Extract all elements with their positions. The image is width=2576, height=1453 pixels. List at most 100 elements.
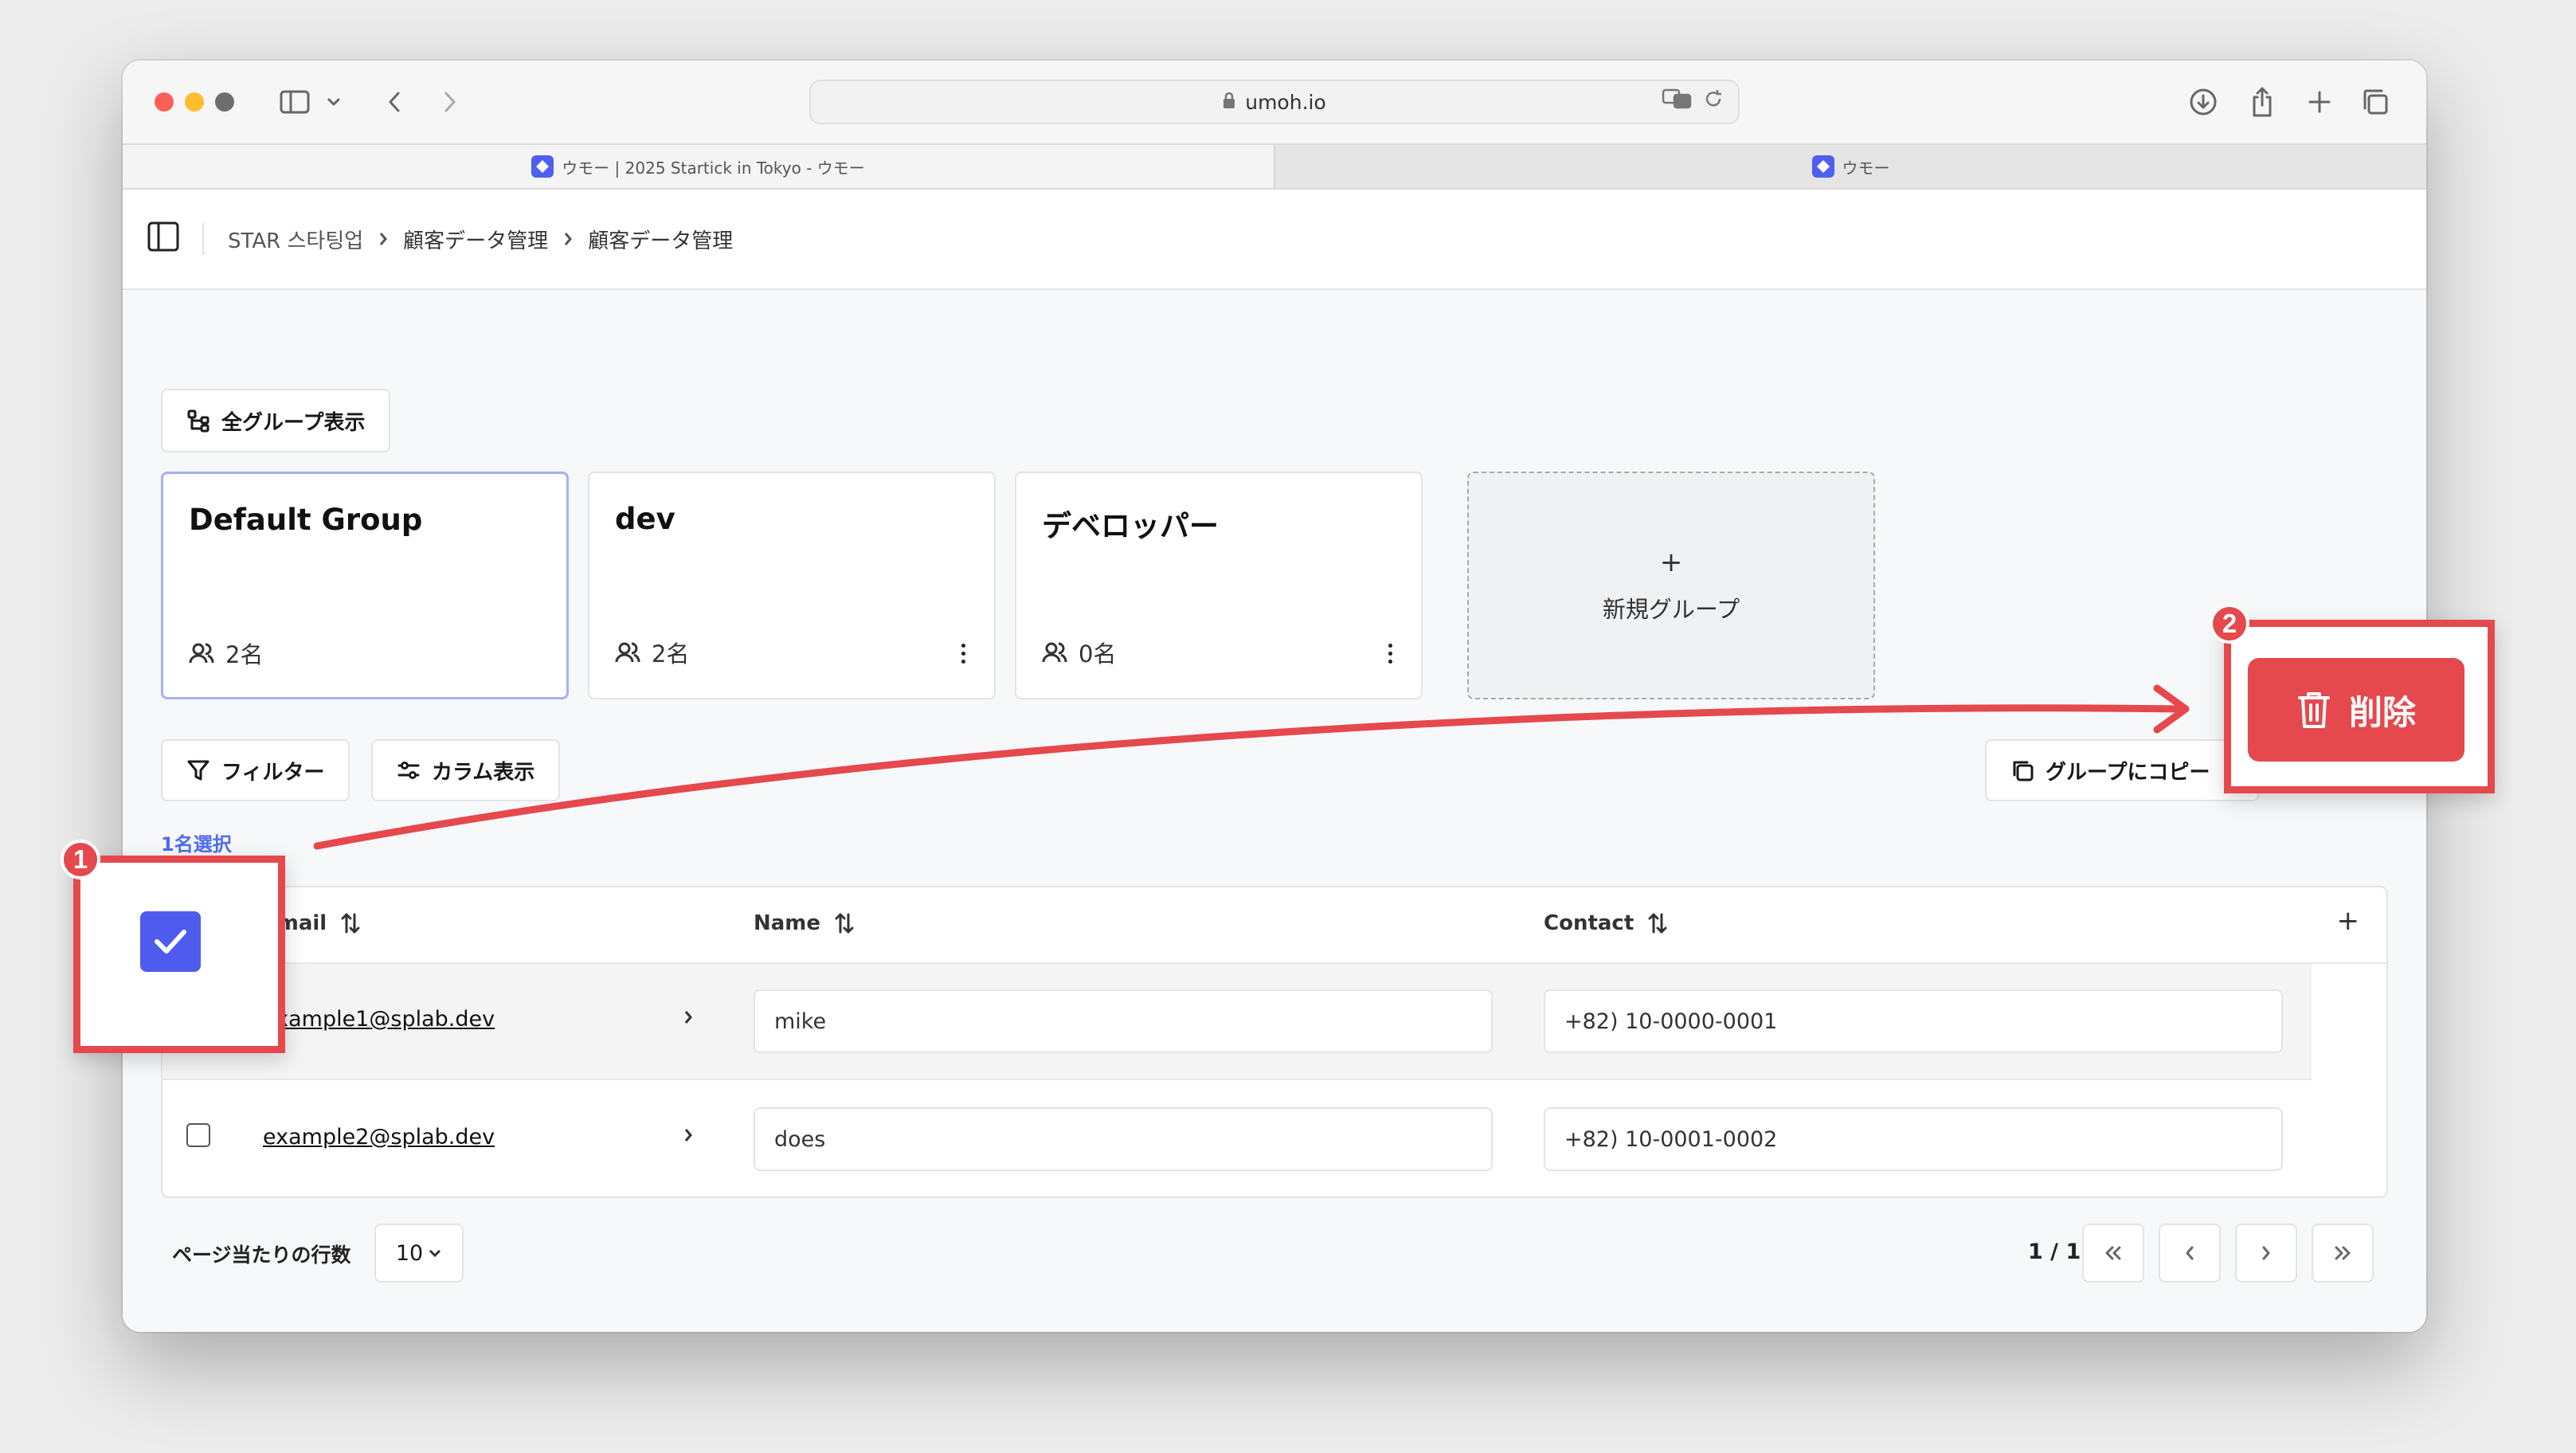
chevrons-left-icon [2105, 1246, 2121, 1260]
chevron-right-icon[interactable] [682, 1007, 695, 1031]
row-checkbox[interactable] [186, 1005, 210, 1029]
more-options-icon[interactable] [961, 644, 965, 664]
browser-toolbar: umoh.io [123, 61, 2426, 143]
page-indicator: 1 / 1 [2028, 1240, 2081, 1264]
more-options-icon[interactable] [1388, 644, 1392, 664]
zoom-window-button[interactable] [215, 92, 234, 112]
table-header: Email Name Contact + [162, 887, 2386, 964]
next-page-button[interactable] [2235, 1224, 2297, 1283]
selection-count: 1名選択 [161, 833, 232, 856]
group-name: Default Group [189, 503, 423, 537]
tab-umoh-startick[interactable]: ウモー | 2025 Startick in Tokyo - ウモー [123, 145, 1274, 188]
step-1-badge: 1 [61, 840, 100, 879]
tab-title: ウモー | 2025 Startick in Tokyo - ウモー [562, 158, 865, 178]
breadcrumb-workspace[interactable]: STAR 스타팅업 [228, 225, 363, 254]
forward-icon[interactable] [430, 80, 470, 124]
column-display-button[interactable]: カラム表示 [371, 739, 561, 801]
copy-to-group-button[interactable]: グループにコピー [1985, 739, 2260, 801]
umoh-favicon-icon [531, 155, 554, 178]
downloads-icon[interactable] [2181, 80, 2226, 124]
filter-icon [187, 760, 209, 781]
group-card-developer[interactable]: デベロッパー 0名 [1015, 472, 1423, 699]
divider [202, 223, 204, 255]
chevron-down-icon [429, 1249, 441, 1258]
rows-per-page-label: ページ当たりの行数 [172, 1243, 351, 1267]
chevron-down-icon[interactable] [322, 80, 346, 124]
share-icon[interactable] [2240, 80, 2284, 124]
chevron-right-icon[interactable] [682, 1125, 695, 1149]
users-icon [1042, 642, 1067, 663]
table-row[interactable]: example2@splab.dev does +82) 10-0001-000… [162, 1082, 2386, 1196]
column-header-email[interactable]: Email [263, 911, 362, 935]
select-all-checkbox[interactable] [186, 910, 210, 934]
group-member-count: 0名 [1042, 636, 1116, 669]
copy-icon [2013, 761, 2034, 781]
sort-icon [835, 913, 854, 934]
tab-overview-icon[interactable] [2353, 80, 2398, 124]
minimize-window-button[interactable] [185, 92, 204, 112]
new-tab-icon[interactable] [2297, 80, 2342, 124]
row-email-link[interactable]: example1@splab.dev [263, 1007, 495, 1032]
name-input[interactable]: does [754, 1107, 1493, 1171]
new-group-label: 新規グループ [1602, 596, 1740, 623]
group-name: dev [615, 502, 675, 536]
group-card-default[interactable]: Default Group 2名 [161, 472, 569, 699]
users-icon [615, 642, 640, 663]
chevron-right-icon [2262, 1246, 2270, 1260]
previous-page-button[interactable] [2159, 1224, 2221, 1283]
sidebar-icon[interactable] [271, 80, 319, 124]
tab-title: ウモー [1842, 158, 1890, 178]
chevron-right-icon [378, 230, 389, 248]
browser-window: umoh.io ウモー | 2025 Startick in Tokyo - ウ… [123, 61, 2426, 1332]
address-bar[interactable]: umoh.io [809, 80, 1740, 124]
filter-button[interactable]: フィルター [161, 739, 350, 801]
chevron-left-icon [2186, 1246, 2194, 1260]
translate-icon[interactable] [1662, 88, 1692, 115]
rows-per-page-select[interactable]: 10 [374, 1224, 464, 1283]
add-column-button[interactable]: + [2337, 905, 2360, 937]
breadcrumb-current: 顧客データ管理 [588, 229, 734, 253]
users-icon [189, 643, 214, 664]
breadcrumb-bar: STAR 스타팅업 顧客データ管理 顧客データ管理 [123, 190, 2426, 290]
last-page-button[interactable] [2312, 1224, 2374, 1283]
table-row[interactable]: example1@splab.dev mike +82) 10-0000-000… [162, 964, 2312, 1080]
customer-table: Email Name Contact + example1@splab.dev … [161, 886, 2388, 1198]
umoh-favicon-icon [1811, 155, 1834, 178]
sidebar-toggle-icon[interactable] [147, 221, 180, 258]
rows-per-page-value: 10 [395, 1240, 424, 1266]
show-all-groups-label: 全グループ表示 [221, 410, 366, 435]
settings-sliders-icon [397, 762, 420, 779]
column-header-name[interactable]: Name [754, 911, 855, 935]
chevron-right-icon [562, 230, 574, 248]
group-card-dev[interactable]: dev 2名 [588, 472, 996, 699]
breadcrumb-section[interactable]: 顧客データ管理 [403, 225, 548, 254]
group-member-count: 2名 [615, 636, 689, 669]
main-content: 全グループ表示 Default Group 2名 dev 2名 デベロッパー 0… [123, 290, 2426, 1332]
group-member-count: 2名 [189, 636, 263, 670]
copy-to-group-label: グループにコピー [2046, 760, 2210, 785]
column-display-label: カラム表示 [432, 760, 535, 785]
plus-icon: + [1659, 546, 1683, 578]
sort-icon [1648, 913, 1667, 934]
chevrons-right-icon [2335, 1246, 2351, 1260]
name-input[interactable]: mike [754, 989, 1493, 1053]
contact-input[interactable]: +82) 10-0001-0002 [1544, 1107, 2283, 1171]
reload-icon[interactable] [1703, 88, 1724, 114]
show-all-groups-button[interactable]: 全グループ表示 [161, 389, 391, 452]
tab-bar: ウモー | 2025 Startick in Tokyo - ウモー ウモー [123, 143, 2426, 190]
group-name: デベロッパー [1042, 509, 1219, 543]
contact-input[interactable]: +82) 10-0000-0001 [1544, 989, 2283, 1053]
lock-icon [1223, 91, 1235, 114]
tab-umoh[interactable]: ウモー [1274, 145, 2426, 188]
first-page-button[interactable] [2082, 1224, 2144, 1283]
tree-icon [187, 409, 209, 433]
new-group-card[interactable]: + 新規グループ [1467, 472, 1875, 699]
row-email-link[interactable]: example2@splab.dev [263, 1125, 495, 1149]
filter-label: フィルター [221, 760, 325, 785]
sort-icon [341, 913, 360, 934]
close-window-button[interactable] [155, 92, 174, 112]
column-header-contact[interactable]: Contact [1544, 911, 1669, 935]
row-checkbox[interactable] [186, 1123, 210, 1147]
url-text: umoh.io [1245, 90, 1326, 114]
back-icon[interactable] [374, 80, 414, 124]
